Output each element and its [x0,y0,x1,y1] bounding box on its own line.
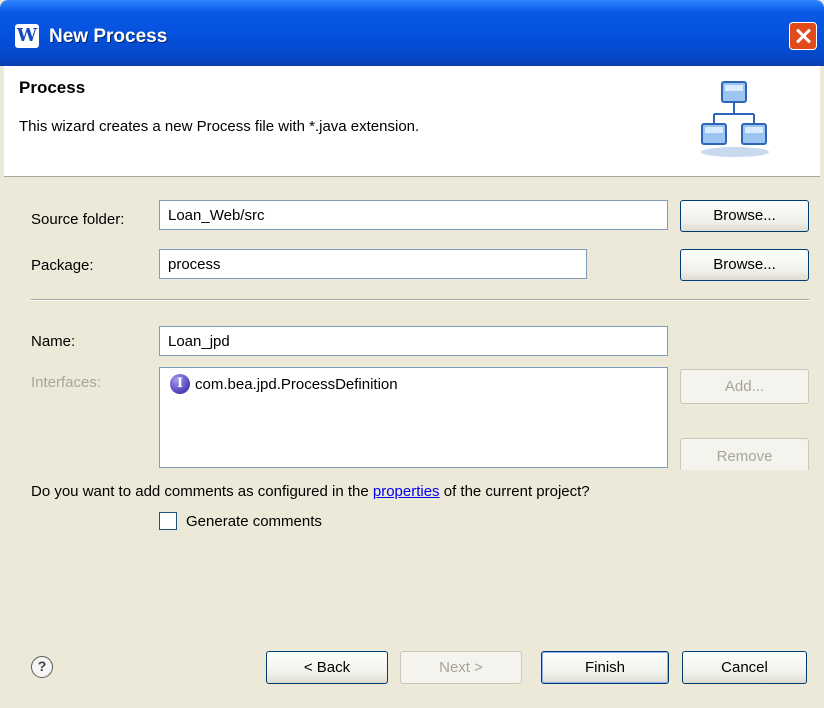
interfaces-label: Interfaces: [31,374,102,391]
comments-question: Do you want to add comments as configure… [31,483,590,500]
source-folder-label: Source folder: [31,211,125,228]
comments-question-prefix: Do you want to add comments as configure… [31,483,373,500]
finish-button[interactable]: Finish [541,651,669,684]
interfaces-list[interactable]: I com.bea.jpd.ProcessDefinition [159,367,668,468]
name-label: Name: [31,333,76,350]
generate-comments-checkbox[interactable] [159,512,177,530]
properties-link[interactable]: properties [373,483,440,500]
window-title: New Process [49,26,168,47]
name-input[interactable] [159,326,668,356]
remove-interface-button[interactable]: Remove [680,438,809,470]
generate-comments-label[interactable]: Generate comments [186,513,322,530]
interface-icon: I [170,374,190,394]
comments-question-suffix: of the current project? [439,483,590,500]
page-title: Process [19,78,86,97]
help-icon[interactable]: ? [31,656,53,678]
close-button[interactable] [789,22,817,50]
package-input[interactable] [159,249,587,279]
list-item[interactable]: I com.bea.jpd.ProcessDefinition [170,373,398,395]
package-label: Package: [31,257,94,274]
app-icon: W [15,24,39,48]
source-folder-browse-button[interactable]: Browse... [680,200,809,232]
separator [31,299,809,301]
wizard-banner: Process This wizard creates a new Proces… [4,66,820,177]
next-button[interactable]: Next > [400,651,522,684]
title-bar[interactable]: W New Process [0,0,824,66]
source-folder-input[interactable] [159,200,668,230]
package-browse-button[interactable]: Browse... [680,249,809,281]
interface-name: com.bea.jpd.ProcessDefinition [195,375,398,393]
add-interface-button[interactable]: Add... [680,369,809,404]
new-process-dialog: W New Process Process This wizard create… [0,0,824,708]
page-description: This wizard creates a new Process file w… [19,118,420,135]
cancel-button[interactable]: Cancel [682,651,807,684]
back-button[interactable]: < Back [266,651,388,684]
hierarchy-icon [701,81,769,157]
